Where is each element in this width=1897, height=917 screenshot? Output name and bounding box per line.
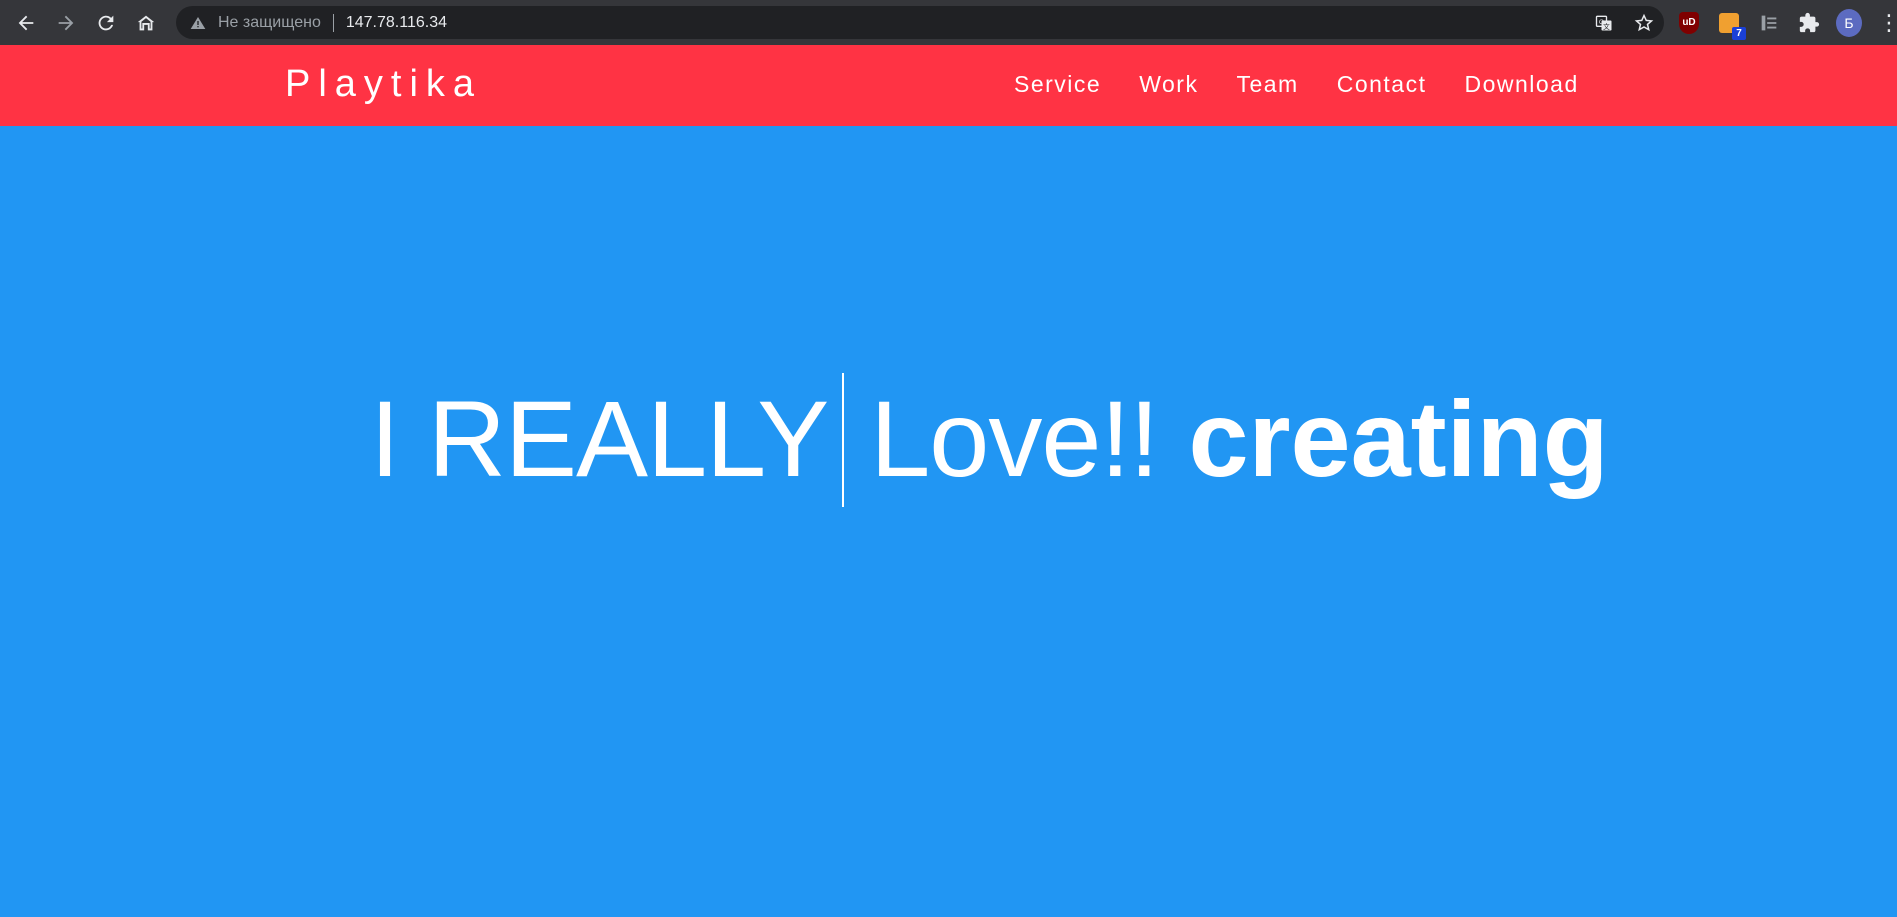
site-header: Playtika Service Work Team Contact Downl… bbox=[0, 45, 1897, 126]
browser-menu-button[interactable]: ⋮ bbox=[1876, 10, 1897, 36]
avatar: Б bbox=[1836, 8, 1862, 37]
menu-icon: ⋮ bbox=[1878, 9, 1897, 35]
divider bbox=[332, 13, 334, 32]
site-nav: Service Work Team Contact Download bbox=[1014, 71, 1579, 98]
reload-icon bbox=[98, 15, 114, 30]
back-button[interactable] bbox=[6, 3, 46, 43]
home-icon bbox=[137, 15, 155, 30]
nav-link-team[interactable]: Team bbox=[1236, 71, 1298, 98]
warning-icon[interactable] bbox=[190, 14, 208, 32]
profile-button[interactable]: Б bbox=[1836, 8, 1862, 37]
tab-search-icon bbox=[1761, 15, 1777, 30]
hero-text-bold: creating bbox=[1188, 378, 1609, 499]
nav-link-contact[interactable]: Contact bbox=[1337, 71, 1427, 98]
hero-headline: I REALLY Love!! creating bbox=[370, 373, 1609, 516]
hero-text-thin: I REALLY bbox=[370, 378, 829, 499]
reload-button[interactable] bbox=[86, 3, 126, 43]
security-label[interactable]: Не защищено bbox=[218, 14, 321, 32]
nav-link-download[interactable]: Download bbox=[1464, 71, 1578, 98]
rss-extension[interactable]: 7 bbox=[1716, 10, 1746, 40]
extensions-button[interactable] bbox=[1796, 10, 1822, 36]
typing-cursor bbox=[842, 373, 845, 507]
hero-section: I REALLY Love!! creating bbox=[0, 126, 1897, 917]
site-brand[interactable]: Playtika bbox=[285, 63, 482, 106]
nav-link-service[interactable]: Service bbox=[1014, 71, 1101, 98]
ublock-icon: uD bbox=[1679, 11, 1699, 34]
url-text[interactable]: 147.78.116.34 bbox=[346, 14, 447, 32]
browser-toolbar: Не защищено 147.78.116.34 文G uD 7 Б ⋮ bbox=[0, 0, 1897, 45]
ublock-extension[interactable]: uD bbox=[1676, 10, 1702, 36]
svg-text:G: G bbox=[1599, 18, 1604, 25]
extension-badge: 7 bbox=[1732, 26, 1746, 40]
address-bar[interactable]: Не защищено 147.78.116.34 文G bbox=[176, 6, 1664, 39]
home-button[interactable] bbox=[126, 3, 166, 43]
tab-search-button[interactable] bbox=[1756, 10, 1782, 36]
back-icon bbox=[18, 15, 34, 30]
forward-icon bbox=[58, 15, 74, 30]
nav-link-work[interactable]: Work bbox=[1139, 71, 1198, 98]
svg-text:文: 文 bbox=[1603, 21, 1610, 30]
star-icon[interactable] bbox=[1632, 11, 1656, 35]
extensions-area: uD 7 Б ⋮ bbox=[1676, 0, 1897, 45]
forward-button[interactable] bbox=[46, 3, 86, 43]
hero-text-thin-2: Love!! bbox=[870, 378, 1159, 499]
puzzle-icon bbox=[1799, 12, 1820, 32]
translate-icon[interactable]: 文G bbox=[1592, 11, 1616, 35]
